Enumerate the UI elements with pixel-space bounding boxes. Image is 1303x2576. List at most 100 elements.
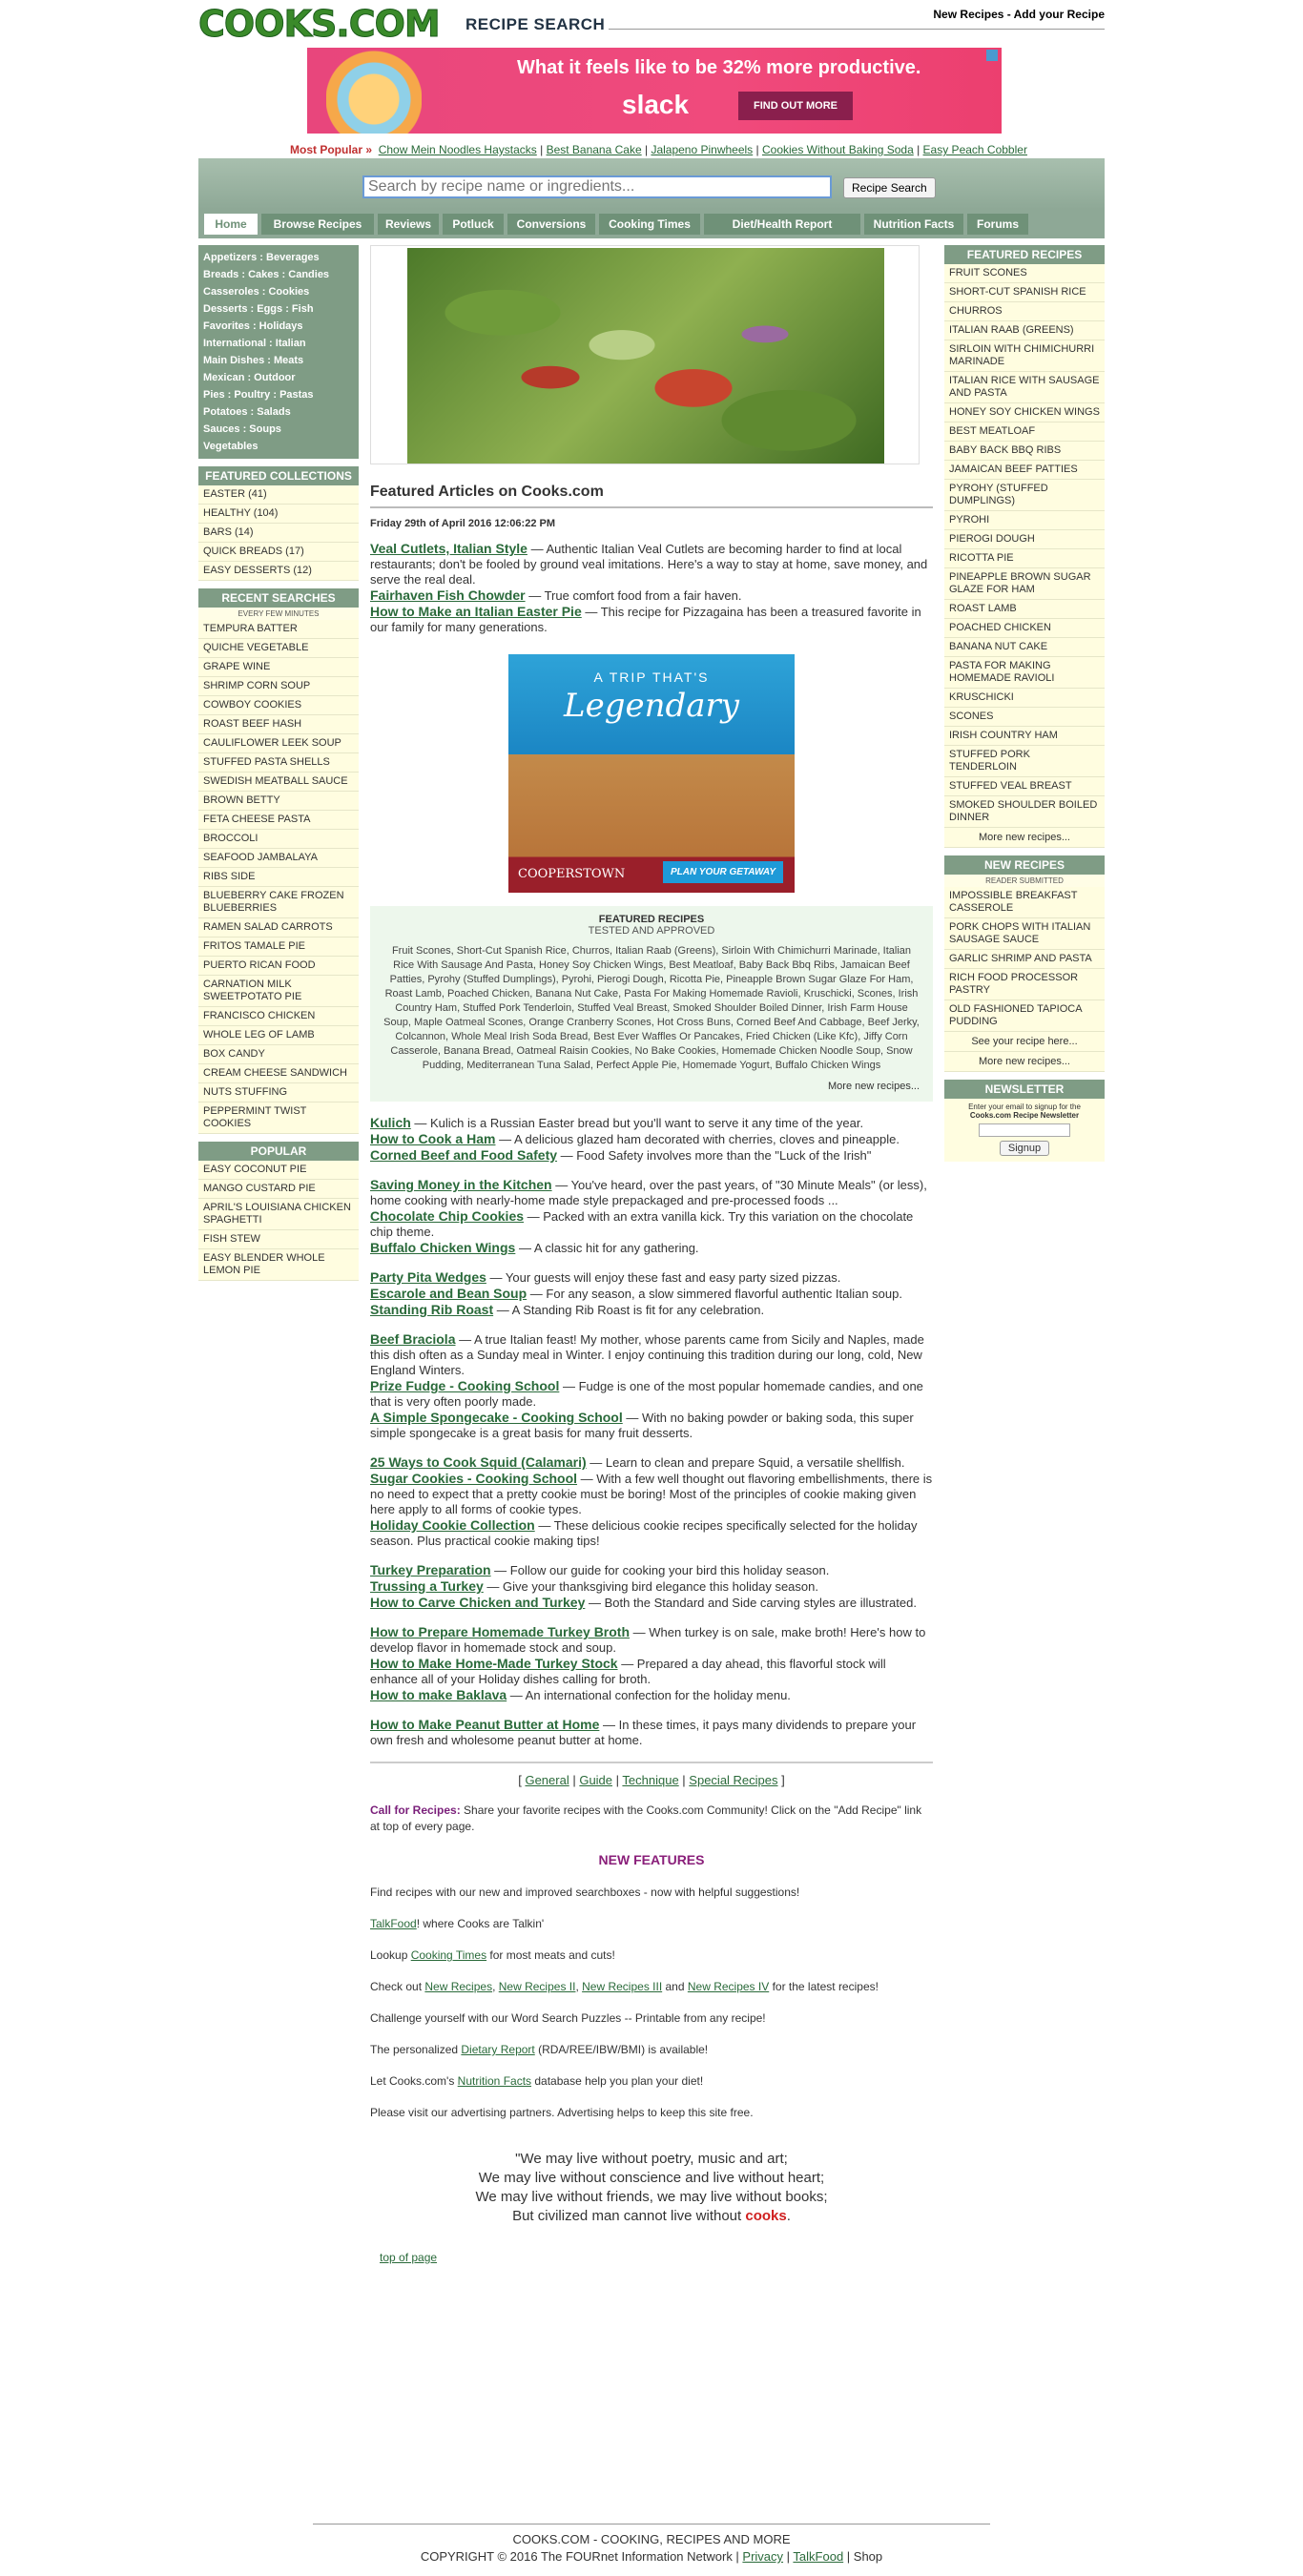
talkfood-link[interactable]: TalkFood: [793, 2549, 843, 2564]
recent-search-link[interactable]: COWBOY COOKIES: [198, 696, 359, 715]
article-link[interactable]: Fairhaven Fish Chowder: [370, 587, 526, 603]
category-link[interactable]: Breads : Cakes : Candies: [203, 266, 354, 283]
tab-cooking-times[interactable]: Cooking Times: [599, 214, 700, 235]
category-link[interactable]: Desserts : Eggs : Fish: [203, 300, 354, 318]
salad-photo[interactable]: [407, 248, 884, 464]
talkfood-link[interactable]: TalkFood: [370, 1917, 417, 1930]
article-link[interactable]: Trussing a Turkey: [370, 1578, 484, 1594]
article-link[interactable]: Chocolate Chip Cookies: [370, 1208, 524, 1224]
featured-recipe-link[interactable]: STUFFED VEAL BREAST: [944, 777, 1105, 796]
tab-forums[interactable]: Forums: [967, 214, 1028, 235]
article-link[interactable]: How to Carve Chicken and Turkey: [370, 1595, 585, 1610]
recent-search-link[interactable]: QUICHE VEGETABLE: [198, 639, 359, 658]
article-link[interactable]: How to Make Peanut Butter at Home: [370, 1717, 599, 1732]
article-link[interactable]: Buffalo Chicken Wings: [370, 1240, 515, 1255]
new-recipes-iii-link[interactable]: New Recipes III: [582, 1980, 662, 1993]
featured-box-list[interactable]: Fruit Scones, Short-Cut Spanish Rice, Ch…: [383, 944, 920, 1073]
recent-search-link[interactable]: GRAPE WINE: [198, 658, 359, 677]
recent-search-link[interactable]: SEAFOOD JAMBALAYA: [198, 849, 359, 868]
featured-recipe-link[interactable]: SCONES: [944, 708, 1105, 727]
category-link[interactable]: Main Dishes : Meats: [203, 352, 354, 369]
tab-nutrition-facts[interactable]: Nutrition Facts: [864, 214, 963, 235]
featured-recipe-link[interactable]: PYROHY (STUFFED DUMPLINGS): [944, 480, 1105, 511]
recent-search-link[interactable]: BLUEBERRY CAKE FROZEN BLUEBERRIES: [198, 887, 359, 918]
recipe-search-button[interactable]: Recipe Search: [843, 177, 936, 198]
article-link[interactable]: Standing Rib Roast: [370, 1302, 493, 1317]
featured-recipe-link[interactable]: SMOKED SHOULDER BOILED DINNER: [944, 796, 1105, 828]
recent-search-link[interactable]: BOX CANDY: [198, 1045, 359, 1064]
featured-recipe-link[interactable]: BANANA NUT CAKE: [944, 638, 1105, 657]
site-logo[interactable]: COOKS.COM: [198, 4, 442, 45]
tab-conversions[interactable]: Conversions: [507, 214, 595, 235]
new-recipes-ii-link[interactable]: New Recipes II: [499, 1980, 576, 1993]
popular-recipe-link[interactable]: MANGO CUSTARD PIE: [198, 1180, 359, 1199]
nutrition-facts-link[interactable]: Nutrition Facts: [458, 2074, 531, 2088]
article-link[interactable]: Holiday Cookie Collection: [370, 1517, 535, 1533]
new-recipe-link[interactable]: RICH FOOD PROCESSOR PASTRY: [944, 969, 1105, 1000]
popular-link[interactable]: Easy Peach Cobbler: [923, 143, 1027, 156]
article-link[interactable]: Saving Money in the Kitchen: [370, 1177, 552, 1192]
recent-search-link[interactable]: BROWN BETTY: [198, 792, 359, 811]
article-link[interactable]: How to make Baklava: [370, 1687, 507, 1702]
new-recipe-link[interactable]: PORK CHOPS WITH ITALIAN SAUSAGE SAUCE: [944, 918, 1105, 950]
featured-recipe-link[interactable]: PASTA FOR MAKING HOMEMADE RAVIOLI: [944, 657, 1105, 689]
featured-recipe-link[interactable]: KRUSCHICKI: [944, 689, 1105, 708]
recent-search-link[interactable]: PUERTO RICAN FOOD: [198, 957, 359, 976]
recent-search-link[interactable]: WHOLE LEG OF LAMB: [198, 1026, 359, 1045]
featured-recipe-link[interactable]: SIRLOIN WITH CHIMICHURRI MARINADE: [944, 340, 1105, 372]
article-link[interactable]: 25 Ways to Cook Squid (Calamari): [370, 1454, 587, 1470]
new-recipe-link[interactable]: GARLIC SHRIMP AND PASTA: [944, 950, 1105, 969]
featured-recipe-link[interactable]: IRISH COUNTRY HAM: [944, 727, 1105, 746]
recent-search-link[interactable]: SHRIMP CORN SOUP: [198, 677, 359, 696]
collection-link[interactable]: QUICK BREADS (17): [198, 543, 359, 562]
recent-search-link[interactable]: RIBS SIDE: [198, 868, 359, 887]
popular-link[interactable]: Jalapeno Pinwheels: [651, 143, 753, 156]
category-guide-link[interactable]: Guide: [579, 1773, 612, 1787]
category-technique-link[interactable]: Technique: [622, 1773, 678, 1787]
ad-cta-button[interactable]: PLAN YOUR GETAWAY: [662, 861, 783, 883]
article-link[interactable]: Prize Fudge - Cooking School: [370, 1378, 559, 1393]
new-recipes-link[interactable]: New Recipes: [424, 1980, 492, 1993]
more-new-recipes-link[interactable]: More new recipes...: [944, 1052, 1105, 1072]
featured-recipe-link[interactable]: HONEY SOY CHICKEN WINGS: [944, 403, 1105, 422]
new-recipe-link[interactable]: OLD FASHIONED TAPIOCA PUDDING: [944, 1000, 1105, 1032]
popular-link[interactable]: Cookies Without Baking Soda: [762, 143, 914, 156]
ad-cta-button[interactable]: FIND OUT MORE: [738, 92, 853, 120]
more-new-recipes-link[interactable]: More new recipes...: [383, 1081, 920, 1092]
tab-home[interactable]: Home: [204, 214, 258, 235]
recent-search-link[interactable]: RAMEN SALAD CARROTS: [198, 918, 359, 938]
article-link[interactable]: Sugar Cookies - Cooking School: [370, 1471, 577, 1486]
featured-recipe-link[interactable]: FRUIT SCONES: [944, 264, 1105, 283]
recent-search-link[interactable]: TEMPURA BATTER: [198, 620, 359, 639]
header-links[interactable]: New Recipes - Add your Recipe: [933, 8, 1105, 21]
featured-recipe-link[interactable]: PIEROGI DOUGH: [944, 530, 1105, 549]
popular-recipe-link[interactable]: EASY COCONUT PIE: [198, 1161, 359, 1180]
dietary-report-link[interactable]: Dietary Report: [461, 2043, 534, 2056]
featured-recipe-link[interactable]: BEST MEATLOAF: [944, 422, 1105, 442]
featured-recipe-link[interactable]: STUFFED PORK TENDERLOIN: [944, 746, 1105, 777]
see-your-recipe-link[interactable]: See your recipe here...: [944, 1032, 1105, 1052]
category-link[interactable]: Vegetables: [203, 438, 354, 455]
featured-recipe-link[interactable]: CHURROS: [944, 302, 1105, 321]
featured-recipe-link[interactable]: ROAST LAMB: [944, 600, 1105, 619]
category-link[interactable]: Appetizers : Beverages: [203, 249, 354, 266]
recent-search-link[interactable]: BROCCOLI: [198, 830, 359, 849]
tab-browse-recipes[interactable]: Browse Recipes: [261, 214, 374, 235]
article-link[interactable]: How to Make an Italian Easter Pie: [370, 604, 582, 619]
more-new-recipes-link[interactable]: More new recipes...: [944, 828, 1105, 848]
cooperstown-ad[interactable]: A TRIP THAT'S Legendary COOPERSTOWN PLAN…: [508, 654, 795, 893]
category-link[interactable]: Casseroles : Cookies: [203, 283, 354, 300]
article-link[interactable]: Turkey Preparation: [370, 1562, 491, 1577]
article-link[interactable]: Beef Braciola: [370, 1331, 455, 1347]
featured-recipe-link[interactable]: ITALIAN RAAB (GREENS): [944, 321, 1105, 340]
search-input[interactable]: [362, 175, 832, 198]
new-recipe-link[interactable]: IMPOSSIBLE BREAKFAST CASSEROLE: [944, 887, 1105, 918]
cooking-times-link[interactable]: Cooking Times: [411, 1948, 486, 1962]
recent-search-link[interactable]: PEPPERMINT TWIST COOKIES: [198, 1103, 359, 1134]
featured-recipe-link[interactable]: JAMAICAN BEEF PATTIES: [944, 461, 1105, 480]
recent-search-link[interactable]: FRANCISCO CHICKEN: [198, 1007, 359, 1026]
collection-link[interactable]: EASTER (41): [198, 485, 359, 505]
recent-search-link[interactable]: FRITOS TAMALE PIE: [198, 938, 359, 957]
newsletter-signup-button[interactable]: Signup: [999, 1141, 1050, 1156]
recent-search-link[interactable]: CREAM CHEESE SANDWICH: [198, 1064, 359, 1083]
